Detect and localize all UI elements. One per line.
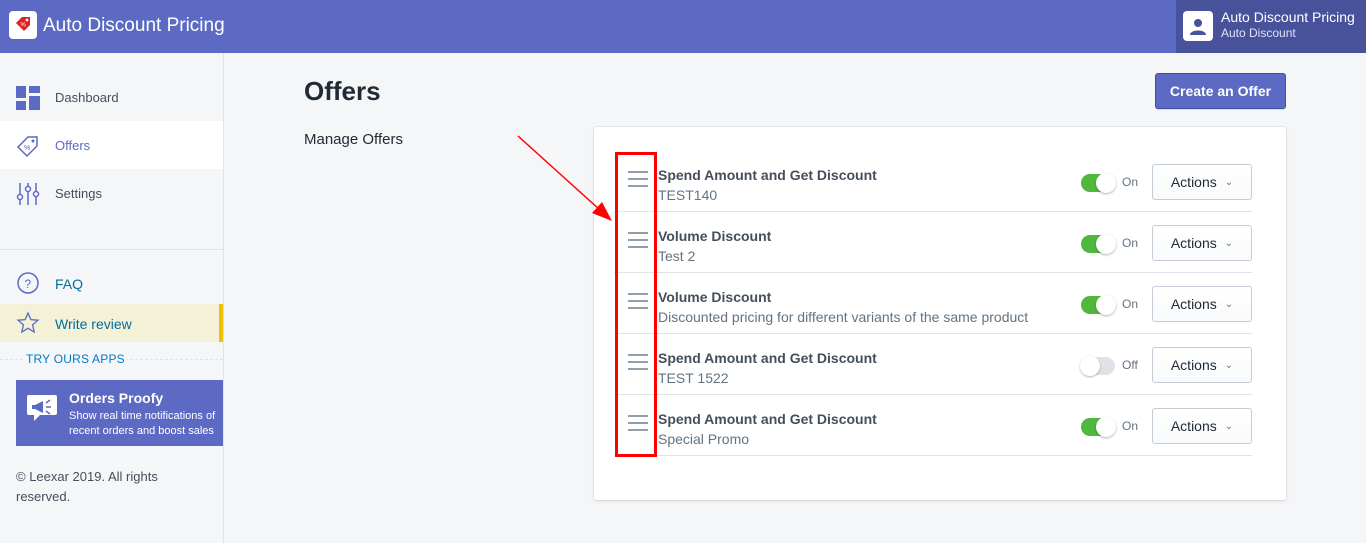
- annotation-highlight-box: [615, 152, 657, 457]
- actions-button[interactable]: Actions ⌄: [1152, 408, 1252, 444]
- offer-row: Volume Discount Test 2 On Actions ⌄: [614, 212, 1252, 273]
- sidebar: Dashboard % Offers Settings ? FAQ Write …: [0, 53, 224, 543]
- dashboard-icon: [16, 86, 40, 110]
- offer-status-toggle[interactable]: [1081, 417, 1116, 437]
- offer-status-toggle[interactable]: [1081, 234, 1116, 254]
- actions-label: Actions: [1170, 418, 1217, 434]
- user-name: Auto Discount Pricing: [1221, 9, 1355, 25]
- app-title: Auto Discount Pricing: [43, 15, 225, 36]
- offer-title: Spend Amount and Get Discount: [658, 167, 877, 183]
- faq-link[interactable]: ? FAQ: [0, 265, 223, 303]
- offer-subtitle: TEST 1522: [658, 370, 729, 386]
- create-offer-button[interactable]: Create an Offer: [1155, 73, 1286, 109]
- user-menu[interactable]: Auto Discount Pricing Auto Discount: [1176, 0, 1366, 53]
- offer-row: Spend Amount and Get Discount Special Pr…: [614, 395, 1252, 456]
- offer-status-label: On: [1122, 297, 1139, 311]
- star-icon: [16, 311, 40, 334]
- chevron-down-icon: ⌄: [1224, 359, 1234, 371]
- write-review-link[interactable]: Write review: [0, 304, 223, 342]
- sidebar-divider: [0, 249, 223, 250]
- chevron-down-icon: ⌄: [1224, 237, 1234, 249]
- app-logo-icon: %: [9, 11, 37, 39]
- help-icon: ?: [17, 272, 39, 294]
- actions-button[interactable]: Actions ⌄: [1152, 286, 1252, 322]
- megaphone-icon: [27, 395, 57, 421]
- sidebar-item-dashboard[interactable]: Dashboard: [0, 73, 223, 121]
- offer-row: Spend Amount and Get Discount TEST140 On…: [614, 151, 1252, 212]
- svg-text:%: %: [24, 145, 30, 152]
- try-apps-heading: TRY OURS APPS: [24, 352, 127, 366]
- actions-label: Actions: [1170, 296, 1217, 312]
- offer-subtitle: Test 2: [658, 248, 696, 264]
- orders-proofy-promo[interactable]: Orders Proofy Show real time notificatio…: [16, 380, 223, 446]
- avatar-icon: [1183, 11, 1213, 41]
- offer-row: Spend Amount and Get Discount TEST 1522 …: [614, 334, 1252, 395]
- offers-card: Spend Amount and Get Discount TEST140 On…: [594, 127, 1286, 500]
- promo-description: Show real time notifications of recent o…: [69, 410, 216, 437]
- faq-label: FAQ: [55, 276, 84, 292]
- offer-status-label: On: [1122, 236, 1139, 250]
- offer-status-label: On: [1122, 175, 1139, 189]
- offer-status-toggle[interactable]: [1081, 295, 1116, 315]
- offer-status-label: On: [1122, 419, 1139, 433]
- sidebar-item-label: Offers: [55, 138, 91, 153]
- sidebar-item-label: Dashboard: [55, 90, 119, 105]
- section-label: Manage Offers: [304, 131, 403, 148]
- write-review-label: Write review: [55, 316, 132, 332]
- sidebar-item-offers[interactable]: % Offers: [0, 121, 223, 169]
- actions-label: Actions: [1170, 235, 1217, 251]
- page-title: Offers: [304, 76, 381, 106]
- actions-label: Actions: [1170, 357, 1217, 373]
- offer-status-toggle[interactable]: [1081, 173, 1116, 193]
- actions-button[interactable]: Actions ⌄: [1152, 164, 1252, 200]
- tag-icon: %: [16, 136, 38, 158]
- sidebar-item-label: Settings: [55, 186, 102, 201]
- offer-title: Spend Amount and Get Discount: [658, 350, 877, 366]
- offer-subtitle: Discounted pricing for different variant…: [658, 309, 1029, 325]
- user-store-name: Auto Discount: [1221, 26, 1296, 40]
- offer-status-label: Off: [1122, 358, 1138, 372]
- copyright-text: © Leexar 2019. All rights reserved.: [16, 469, 158, 504]
- offer-row: Volume Discount Discounted pricing for d…: [614, 273, 1252, 334]
- offer-title: Volume Discount: [658, 289, 772, 305]
- svg-text:?: ?: [25, 277, 32, 291]
- svg-text:%: %: [21, 23, 27, 29]
- chevron-down-icon: ⌄: [1224, 298, 1234, 310]
- sidebar-item-settings[interactable]: Settings: [0, 169, 223, 217]
- chevron-down-icon: ⌄: [1224, 420, 1234, 432]
- offer-title: Spend Amount and Get Discount: [658, 411, 877, 427]
- offer-subtitle: Special Promo: [658, 431, 750, 447]
- actions-button[interactable]: Actions ⌄: [1152, 347, 1252, 383]
- promo-title: Orders Proofy: [69, 390, 164, 406]
- top-bar: % Auto Discount Pricing Auto Discount Pr…: [0, 0, 1366, 53]
- actions-label: Actions: [1170, 174, 1217, 190]
- sliders-icon: [16, 183, 40, 205]
- offer-status-toggle[interactable]: [1080, 356, 1115, 376]
- actions-button[interactable]: Actions ⌄: [1152, 225, 1252, 261]
- offer-title: Volume Discount: [658, 228, 772, 244]
- chevron-down-icon: ⌄: [1224, 176, 1234, 188]
- offer-subtitle: TEST140: [658, 187, 718, 203]
